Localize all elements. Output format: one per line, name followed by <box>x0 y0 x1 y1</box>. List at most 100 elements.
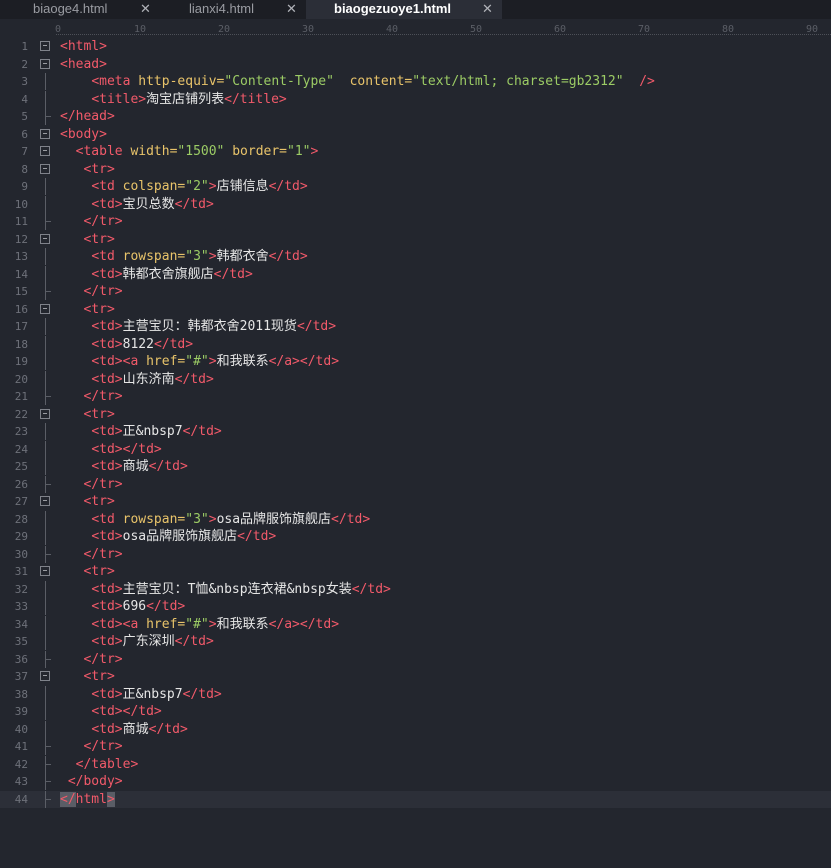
code-line[interactable]: 15 </tr> <box>0 283 831 300</box>
code-text: </tr> <box>60 738 122 755</box>
code-line[interactable]: 37 <tr> <box>0 668 831 685</box>
code-text: <td></td> <box>60 441 161 458</box>
code-line[interactable]: 38 <td>正&nbsp7</td> <box>0 685 831 703</box>
fold-toggle-icon[interactable] <box>40 163 50 174</box>
fold-toggle-icon[interactable] <box>40 671 50 681</box>
code-line[interactable]: 34 <td><a href="#">和我联系</a></td> <box>0 615 831 633</box>
tab-lianxi4[interactable]: lianxi4.html ✕ <box>156 0 306 19</box>
tab-biaogezuoye1[interactable]: biaogezuoye1.html ✕ <box>306 0 502 19</box>
code-line[interactable]: 3 <meta http-equiv="Content-Type" conten… <box>0 73 831 90</box>
code-line[interactable]: 18 <td>8122</td> <box>0 335 831 353</box>
code-editor[interactable]: 1 <html> 2 <head> 3 <meta http-equiv="Conten… <box>0 36 831 868</box>
code-token: <td> <box>91 336 123 352</box>
code-line[interactable]: 19 <td><a href="#">和我联系</a></td> <box>0 353 831 370</box>
code-line[interactable]: 20 <td>山东济南</td> <box>0 370 831 388</box>
code-line[interactable]: 9 <td colspan="2">店铺信息</td> <box>0 178 831 195</box>
code-token: 商城 <box>122 721 149 737</box>
code-line[interactable]: 21 </tr> <box>0 388 831 405</box>
code-line[interactable]: 40 <td>商城</td> <box>0 720 831 738</box>
code-line[interactable]: 43 </body> <box>0 773 831 790</box>
fold-guide <box>45 580 46 598</box>
close-icon[interactable]: ✕ <box>482 0 493 17</box>
fold-toggle-icon[interactable] <box>40 566 50 576</box>
tab-biaoge4[interactable]: biaoge4.html ✕ <box>0 0 162 19</box>
code-line[interactable]: 13 <td rowspan="3">韩都衣舍</td> <box>0 248 831 265</box>
code-text: </tr> <box>60 546 122 563</box>
code-line[interactable]: 1 <html> <box>0 38 831 55</box>
code-token: </td> <box>268 179 308 194</box>
code-token: > <box>208 616 217 632</box>
code-line[interactable]: 11 </tr> <box>0 213 831 230</box>
code-token: </td> <box>174 371 214 387</box>
fold-toggle-icon[interactable] <box>40 408 50 419</box>
code-line[interactable]: 23 <td>正&nbsp7</td> <box>0 423 831 440</box>
code-line[interactable]: 7 <table width="1500" border="1"> <box>0 143 831 160</box>
code-line[interactable]: 8 <tr> <box>0 161 831 178</box>
fold-guide <box>45 440 46 458</box>
close-icon[interactable]: ✕ <box>286 0 297 17</box>
code-token: osa品牌服饰旗舰店 <box>122 529 238 544</box>
code-token: osa品牌服饰旗舰店 <box>216 511 332 527</box>
fold-guide <box>45 545 51 563</box>
close-icon[interactable]: ✕ <box>140 0 151 17</box>
code-token: 和我联系 <box>216 616 269 632</box>
code-line[interactable]: 14 <td>韩都衣舍旗舰店</td> <box>0 265 831 283</box>
code-line[interactable]: 25 <td>商城</td> <box>0 458 831 475</box>
code-token: html <box>75 791 107 807</box>
code-token: 商城 <box>122 459 149 474</box>
fold-toggle-icon[interactable] <box>40 41 50 51</box>
code-line[interactable]: 28 <td rowspan="3">osa品牌服饰旗舰店</td> <box>0 510 831 528</box>
code-token: </td> <box>153 336 194 352</box>
line-number: 6 <box>21 127 28 141</box>
code-line[interactable]: 39 <td></td> <box>0 703 831 720</box>
code-line[interactable]: 27 <tr> <box>0 493 831 510</box>
code-line[interactable]: 12 <tr> <box>0 231 831 248</box>
code-token: /> <box>639 74 655 89</box>
line-number: 30 <box>14 547 28 561</box>
code-line[interactable]: 41 </tr> <box>0 738 831 755</box>
code-line[interactable]: 36 </tr> <box>0 650 831 668</box>
fold-toggle-icon[interactable] <box>40 233 50 244</box>
code-line[interactable]: 33 <td>696</td> <box>0 598 831 615</box>
code-line[interactable]: 16 <tr> <box>0 301 831 318</box>
code-token: </td> <box>296 319 337 334</box>
code-token: <html> <box>60 39 107 54</box>
line-number: 18 <box>14 337 28 351</box>
code-token: "3" <box>185 249 209 264</box>
fold-toggle-icon[interactable] <box>40 128 50 139</box>
code-line[interactable]: 4 <title>淘宝店铺列表</title> <box>0 90 831 108</box>
code-line[interactable]: 31 <tr> <box>0 563 831 580</box>
fold-toggle-icon[interactable] <box>40 58 50 69</box>
code-line[interactable]: 5 </head> <box>0 108 831 125</box>
line-number: 20 <box>14 372 28 386</box>
line-number: 37 <box>14 670 28 683</box>
code-line[interactable]: 24 <td></td> <box>0 440 831 458</box>
fold-guide <box>45 773 51 790</box>
fold-toggle-icon[interactable] <box>40 496 50 506</box>
line-number: 25 <box>14 460 28 473</box>
code-line[interactable]: 44 </html> <box>0 790 831 808</box>
code-line[interactable]: 29 <td>osa品牌服饰旗舰店</td> <box>0 528 831 545</box>
code-line[interactable]: 6 <body> <box>0 126 831 143</box>
code-token: 淘宝店铺列表 <box>146 91 225 107</box>
code-line[interactable]: 42 </table> <box>0 755 831 773</box>
code-line[interactable]: 2 <head> <box>0 56 831 73</box>
fold-guide <box>45 738 51 755</box>
code-token: <td> <box>91 196 123 212</box>
code-line[interactable]: 32 <td>主营宝贝：T恤&nbsp连衣裙&nbsp女装</td> <box>0 580 831 598</box>
code-token: "2" <box>185 179 209 194</box>
code-line[interactable]: 10 <td>宝贝总数</td> <box>0 195 831 213</box>
code-line[interactable]: 26 </tr> <box>0 475 831 493</box>
fold-toggle-icon[interactable] <box>40 303 50 314</box>
code-line[interactable]: 30 </tr> <box>0 545 831 563</box>
code-line[interactable]: 22 <tr> <box>0 406 831 423</box>
column-ruler: 0 10 20 30 40 50 60 70 80 90 <box>0 19 831 36</box>
code-line[interactable]: 35 <td>广东深圳</td> <box>0 633 831 650</box>
line-number: 23 <box>14 425 28 438</box>
fold-toggle-icon[interactable] <box>40 146 50 156</box>
code-line[interactable]: 17 <td>主营宝贝：韩都衣舍2011现货</td> <box>0 318 831 335</box>
